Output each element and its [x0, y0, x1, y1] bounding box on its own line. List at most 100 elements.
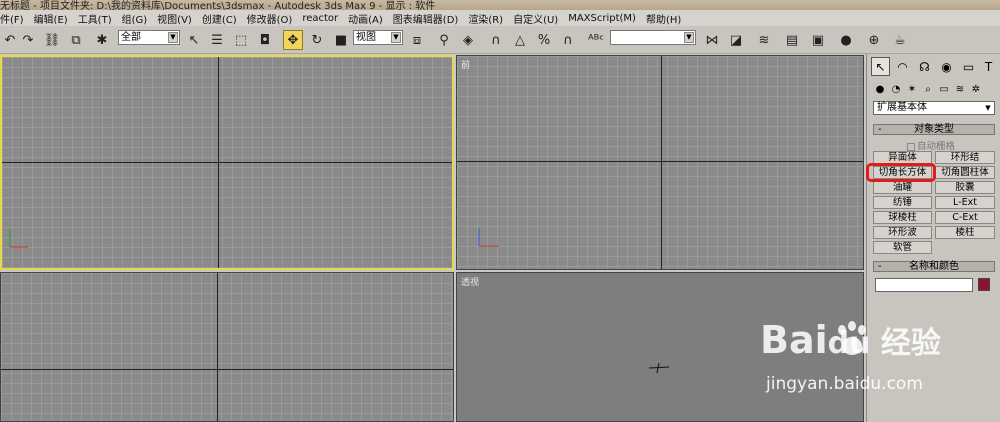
align-icon[interactable]: ◪ [726, 30, 746, 50]
prism-button[interactable]: 棱柱 [935, 226, 995, 239]
chamfer-cylinder-button[interactable]: 切角圆柱体 [935, 166, 995, 179]
motion-tab-icon[interactable]: ◉ [937, 57, 956, 76]
percent-snap-icon[interactable]: % [534, 30, 554, 50]
menu-animation[interactable]: 动画(A) [348, 11, 383, 26]
material-editor-icon[interactable]: ● [836, 30, 856, 50]
viewport-perspective-label: 透视 [461, 278, 480, 288]
geometry-icon[interactable]: ● [873, 82, 887, 96]
selection-filter-dropdown[interactable]: 全部 ▼ [118, 30, 180, 45]
undo-icon[interactable]: ↶ [0, 30, 20, 50]
layer-manager-icon[interactable]: ≋ [754, 30, 774, 50]
title-bar: 无标题 - 项目文件夹: D:\我的资料库\Documents\3dsmax -… [0, 0, 1000, 10]
crosshair-icon [648, 362, 670, 374]
select-by-name-icon[interactable]: ☰ [207, 30, 227, 50]
grid-axis-vertical [218, 57, 219, 268]
select-object-icon[interactable]: ↖ [184, 30, 204, 50]
viewport-left[interactable] [0, 272, 454, 422]
name-color-title: 名称和颜色 [909, 261, 959, 272]
modify-tab-icon[interactable]: ◠ [893, 57, 912, 76]
snaps-toggle-icon[interactable]: ∩ [486, 30, 506, 50]
menu-maxscript[interactable]: MAXScript(M) [568, 13, 636, 24]
hierarchy-tab-icon[interactable]: ☊ [915, 57, 934, 76]
create-tab-icon[interactable]: ↖ [871, 57, 890, 76]
l-ext-button[interactable]: L-Ext [935, 196, 995, 209]
menu-create[interactable]: 创建(C) [202, 11, 237, 26]
mirror-icon[interactable]: ⋈ [702, 30, 722, 50]
viewport-top[interactable] [0, 55, 454, 270]
hose-button[interactable]: 软管 [873, 241, 932, 254]
menu-customize[interactable]: 自定义(U) [513, 11, 558, 26]
systems-icon[interactable]: ✲ [969, 82, 983, 96]
torus-knot-button[interactable]: 环形结 [935, 151, 995, 164]
menu-help[interactable]: 帮助(H) [646, 11, 681, 26]
object-name-input[interactable] [875, 278, 973, 292]
capsule-button[interactable]: 胶囊 [935, 181, 995, 194]
reference-coordinate-dropdown[interactable]: 视图 ▼ [353, 30, 403, 45]
paw-logo-icon [838, 321, 866, 355]
name-color-rollout-header[interactable]: - 名称和颜色 [873, 261, 995, 272]
main-toolbar: ↶ ↷ ⛓ ⧉ ✱ 全部 ▼ ↖ ☰ ⬚ ◘ ✥ ↻ ■ 视图 ▼ ⧈ ⚲ ◈ … [0, 26, 1000, 54]
menu-graph-editors[interactable]: 图表编辑器(D) [393, 11, 459, 26]
category-dropdown[interactable]: 扩展基本体 ▼ [873, 101, 995, 115]
render-scene-icon[interactable]: ⊕ [864, 30, 884, 50]
menu-modifiers[interactable]: 修改器(O) [247, 11, 293, 26]
window-crossing-icon[interactable]: ◘ [255, 30, 275, 50]
object-color-swatch[interactable] [978, 278, 990, 291]
baidu-watermark: Baidu 经验 jingyan.baidu.com [760, 318, 1000, 422]
reference-coordinate-value: 视图 [356, 32, 376, 43]
cameras-icon[interactable]: ⌕ [921, 82, 935, 96]
menu-bar: 件(F) 编辑(E) 工具(T) 组(G) 视图(V) 创建(C) 修改器(O)… [0, 10, 1000, 26]
display-tab-icon[interactable]: ▭ [959, 57, 978, 76]
grid-axis-vertical [661, 56, 662, 269]
lights-icon[interactable]: ✶ [905, 82, 919, 96]
object-type-title: 对象类型 [914, 124, 954, 135]
gengon-button[interactable]: 球棱柱 [873, 211, 932, 224]
object-type-rollout-header[interactable]: - 对象类型 [873, 124, 995, 135]
chevron-down-icon: ▼ [684, 32, 694, 43]
menu-group[interactable]: 组(G) [122, 11, 148, 26]
grid-axis-horizontal [1, 369, 453, 370]
chevron-down-icon: ▼ [985, 104, 991, 112]
highlight-annotation [866, 163, 936, 182]
rect-selection-icon[interactable]: ⬚ [231, 30, 251, 50]
viewport-front-label: 前 [461, 61, 471, 71]
chevron-down-icon: ▼ [168, 32, 178, 43]
unlink-icon[interactable]: ⧉ [66, 30, 86, 50]
utilities-tab-icon[interactable]: T [979, 57, 998, 76]
category-value: 扩展基本体 [877, 102, 927, 113]
angle-snap-icon[interactable]: △ [510, 30, 530, 50]
menu-rendering[interactable]: 渲染(R) [468, 11, 503, 26]
auto-grid-checkbox[interactable]: 自动栅格 [907, 138, 955, 152]
shapes-icon[interactable]: ◔ [889, 82, 903, 96]
axis-tripod-icon [478, 228, 499, 247]
oil-tank-button[interactable]: 油罐 [873, 181, 932, 194]
redo-icon[interactable]: ↷ [18, 30, 38, 50]
select-link-icon[interactable]: ⛓ [42, 30, 62, 50]
curve-editor-icon[interactable]: ▤ [782, 30, 802, 50]
manipulate-icon[interactable]: ⚲ [434, 30, 454, 50]
bind-spacewarp-icon[interactable]: ✱ [92, 30, 112, 50]
spinner-snap-icon[interactable]: ∩ [558, 30, 578, 50]
spacewarps-icon[interactable]: ≋ [953, 82, 967, 96]
c-ext-button[interactable]: C-Ext [935, 211, 995, 224]
axis-tripod-icon [9, 229, 28, 248]
schematic-view-icon[interactable]: ▣ [808, 30, 828, 50]
spindle-button[interactable]: 纺锤 [873, 196, 932, 209]
menu-edit[interactable]: 编辑(E) [34, 11, 68, 26]
menu-reactor[interactable]: reactor [302, 13, 338, 24]
named-selection-dropdown[interactable]: ▼ [610, 30, 696, 45]
quick-render-icon[interactable]: ☕ [890, 30, 910, 50]
menu-tools[interactable]: 工具(T) [78, 11, 112, 26]
viewport-front[interactable]: 前 [456, 55, 864, 270]
menu-views[interactable]: 视图(V) [157, 11, 192, 26]
select-scale-icon[interactable]: ■ [331, 30, 351, 50]
ringwave-button[interactable]: 环形波 [873, 226, 932, 239]
helpers-icon[interactable]: ▭ [937, 82, 951, 96]
selection-filter-value: 全部 [121, 32, 141, 43]
pivot-center-icon[interactable]: ⧈ [407, 30, 427, 50]
menu-file[interactable]: 件(F) [0, 11, 24, 26]
select-move-icon[interactable]: ✥ [283, 30, 303, 50]
select-rotate-icon[interactable]: ↻ [307, 30, 327, 50]
keyboard-shortcut-icon[interactable]: ◈ [458, 30, 478, 50]
edit-named-selection-icon[interactable]: ᴬᴮᶜ [586, 30, 606, 50]
